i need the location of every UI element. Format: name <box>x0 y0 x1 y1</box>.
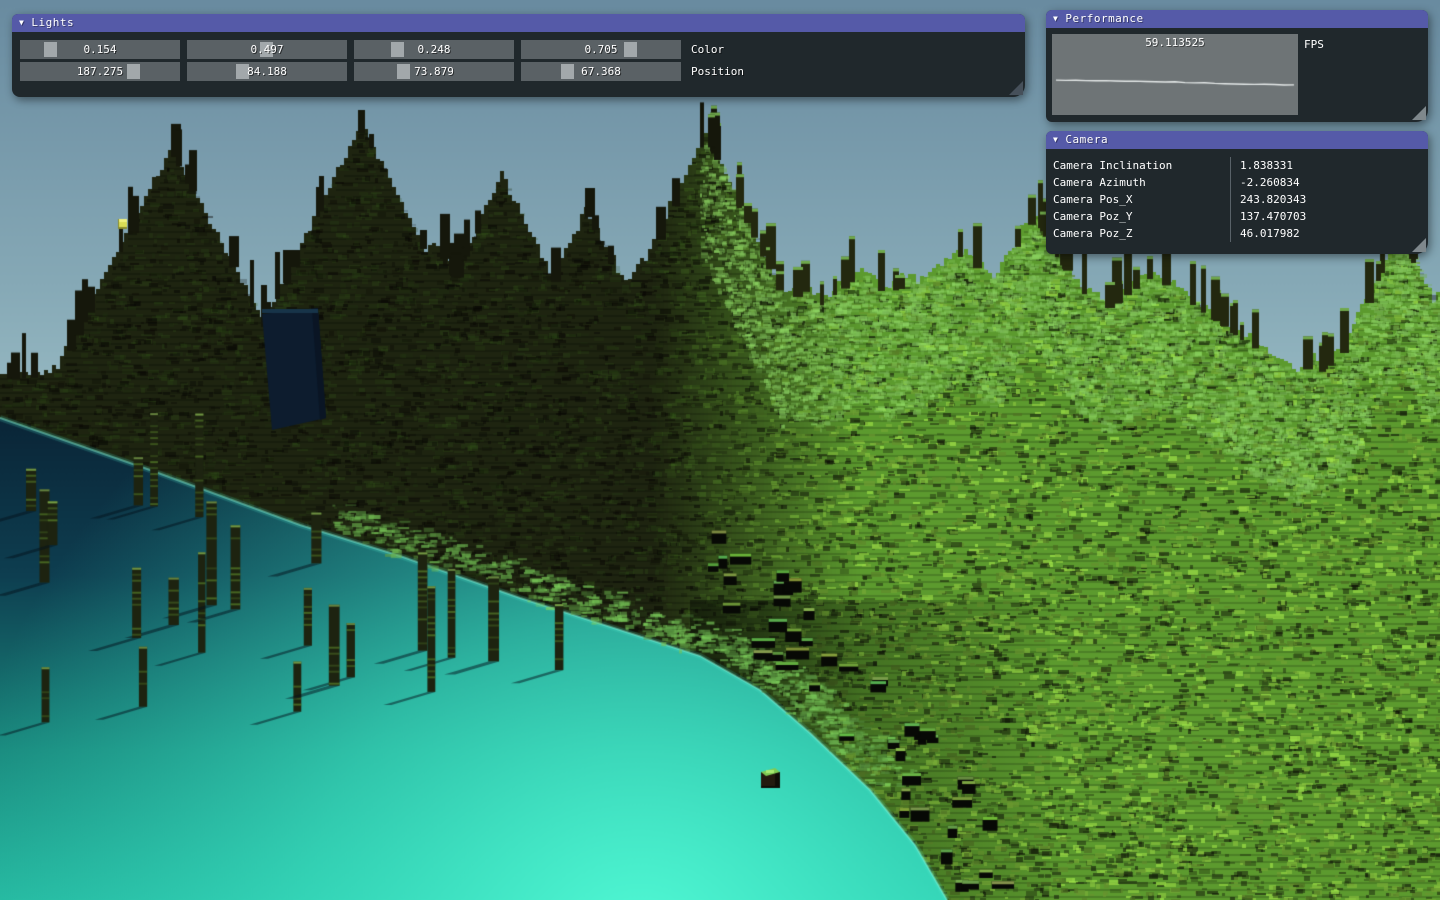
camera-panel-title: Camera <box>1065 133 1108 146</box>
performance-panel-titlebar[interactable]: ▼ Performance <box>1046 10 1428 28</box>
slider-value: 187.275 <box>20 62 180 81</box>
camera-poz-z-row[interactable]: Camera Poz_Z 46.017982 <box>1046 225 1428 242</box>
light-color-slider-2[interactable]: 0.497 <box>187 40 347 59</box>
resize-grip[interactable] <box>1412 106 1426 120</box>
resize-grip[interactable] <box>1009 81 1023 95</box>
camera-pos-x-row[interactable]: Camera Pos_X 243.820343 <box>1046 191 1428 208</box>
camera-poz-y-row[interactable]: Camera Poz_Y 137.470703 <box>1046 208 1428 225</box>
light-color-slider-3[interactable]: 0.248 <box>354 40 514 59</box>
camera-row-value: 46.017982 <box>1230 225 1428 242</box>
camera-row-label: Camera Poz_Z <box>1046 225 1230 242</box>
position-row-label: Position <box>691 65 744 78</box>
camera-inclination-row[interactable]: Camera Inclination 1.838331 <box>1046 157 1428 174</box>
fps-graph: 59.113525 <box>1052 34 1298 115</box>
lights-panel: ▼ Lights 0.154 0.497 0.248 0.705 Color <box>12 14 1025 97</box>
slider-value: 84.188 <box>187 62 347 81</box>
lights-panel-titlebar[interactable]: ▼ Lights <box>12 14 1025 32</box>
color-row-label: Color <box>691 43 724 56</box>
slider-value: 0.154 <box>20 40 180 59</box>
collapse-triangle-icon[interactable]: ▼ <box>1053 131 1058 149</box>
light-position-slider-3[interactable]: 73.879 <box>354 62 514 81</box>
resize-grip[interactable] <box>1412 238 1426 252</box>
collapse-triangle-icon[interactable]: ▼ <box>1053 10 1058 28</box>
camera-row-value: -2.260834 <box>1230 174 1428 191</box>
camera-row-label: Camera Inclination <box>1046 157 1230 174</box>
camera-values-table: Camera Inclination 1.838331 Camera Azimu… <box>1046 157 1428 242</box>
camera-row-label: Camera Poz_Y <box>1046 208 1230 225</box>
performance-panel-title: Performance <box>1065 12 1143 25</box>
slider-value: 0.497 <box>187 40 347 59</box>
app-window: ▼ Lights 0.154 0.497 0.248 0.705 Color <box>0 0 1440 900</box>
slider-value: 0.705 <box>521 40 681 59</box>
camera-row-value: 243.820343 <box>1230 191 1428 208</box>
light-position-slider-1[interactable]: 187.275 <box>20 62 180 81</box>
slider-value: 67.368 <box>521 62 681 81</box>
camera-row-label: Camera Pos_X <box>1046 191 1230 208</box>
camera-row-value: 137.470703 <box>1230 208 1428 225</box>
collapse-triangle-icon[interactable]: ▼ <box>19 14 24 32</box>
camera-row-value: 1.838331 <box>1230 157 1428 174</box>
light-color-slider-row: 0.154 0.497 0.248 0.705 Color <box>20 40 724 59</box>
light-position-slider-row: 187.275 84.188 73.879 67.368 Position <box>20 62 744 81</box>
slider-value: 0.248 <box>354 40 514 59</box>
performance-panel: ▼ Performance 59.113525 FPS <box>1046 10 1428 122</box>
camera-panel: ▼ Camera Camera Inclination 1.838331 Came… <box>1046 131 1428 254</box>
camera-row-label: Camera Azimuth <box>1046 174 1230 191</box>
lights-panel-title: Lights <box>31 16 74 29</box>
light-color-slider-4[interactable]: 0.705 <box>521 40 681 59</box>
light-position-slider-2[interactable]: 84.188 <box>187 62 347 81</box>
slider-value: 73.879 <box>354 62 514 81</box>
camera-azimuth-row[interactable]: Camera Azimuth -2.260834 <box>1046 174 1428 191</box>
camera-panel-titlebar[interactable]: ▼ Camera <box>1046 131 1428 149</box>
light-color-slider-1[interactable]: 0.154 <box>20 40 180 59</box>
fps-label: FPS <box>1304 38 1324 51</box>
fps-current-value: 59.113525 <box>1052 36 1298 49</box>
light-position-slider-4[interactable]: 67.368 <box>521 62 681 81</box>
